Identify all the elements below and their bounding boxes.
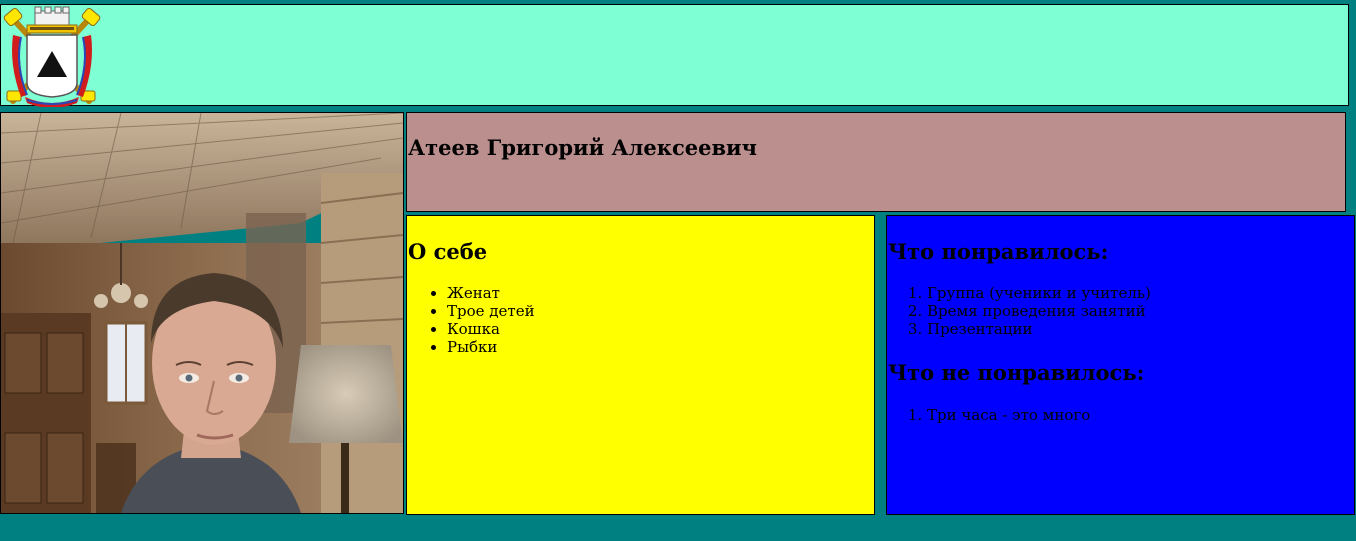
disliked-list: Три часа - это много <box>887 406 1090 424</box>
list-item: Три часа - это много <box>927 406 1090 424</box>
list-item: Группа (ученики и учитель) <box>927 284 1151 302</box>
liked-title: Что понравилось: <box>888 239 1109 264</box>
liked-list: Группа (ученики и учитель) Время проведе… <box>887 284 1151 338</box>
about-title: О себе <box>408 239 488 264</box>
list-item: Кошка <box>447 320 535 338</box>
disliked-title: Что не понравилось: <box>888 360 1145 385</box>
city-coat-of-arms-icon <box>3 5 101 108</box>
list-item: Рыбки <box>447 338 535 356</box>
profile-photo-image <box>0 112 404 514</box>
profile-name-card: Атеев Григорий Алексеевич <box>406 112 1346 212</box>
list-item: Трое детей <box>447 302 535 320</box>
profile-name: Атеев Григорий Алексеевич <box>408 135 758 160</box>
about-list: Женат Трое детей Кошка Рыбки <box>407 284 535 356</box>
list-item: Презентации <box>927 320 1151 338</box>
header <box>0 4 1349 108</box>
list-item: Время проведения занятий <box>927 302 1151 320</box>
feedback-section: Что понравилось: Группа (ученики и учите… <box>886 215 1355 515</box>
about-section: О себе Женат Трое детей Кошка Рыбки <box>406 215 875 515</box>
list-item: Женат <box>447 284 535 302</box>
